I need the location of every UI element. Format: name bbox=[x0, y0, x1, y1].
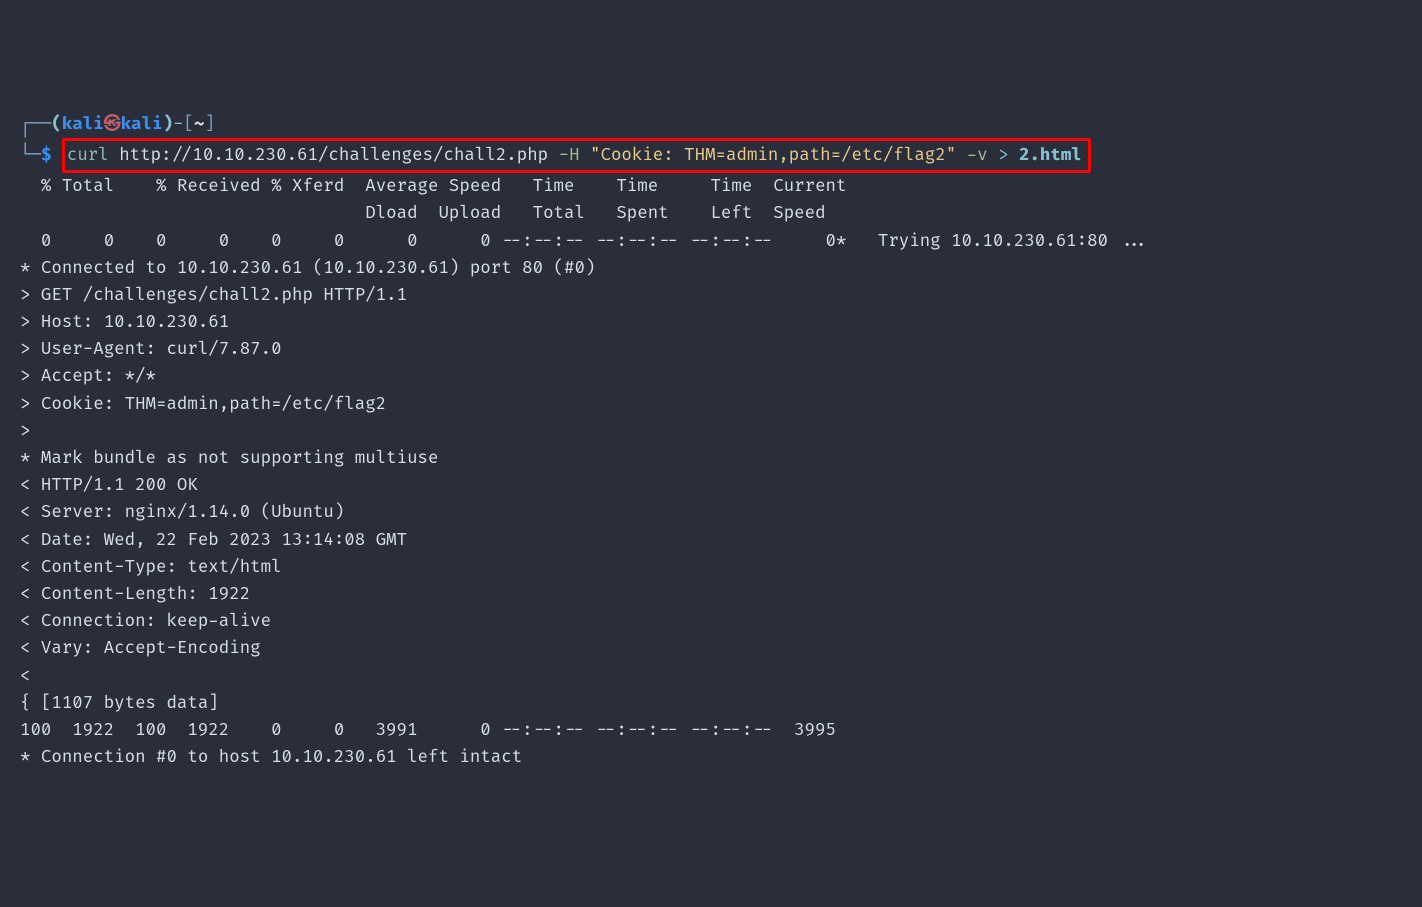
output-line: > Host: 10.10.230.61 bbox=[20, 312, 229, 333]
cmd-flag-v: -v bbox=[967, 145, 988, 166]
prompt-cwd: ~ bbox=[194, 114, 204, 135]
output-line: < HTTP/1.1 200 OK bbox=[20, 475, 198, 496]
terminal-output: ┌──(kali㉿kali)-[~] └─$ curl http://10.10… bbox=[0, 109, 1422, 772]
cmd-redirect: > bbox=[998, 145, 1008, 166]
prompt-open-paren: ( bbox=[51, 114, 61, 135]
prompt-open-bracket: [ bbox=[184, 114, 194, 135]
output-line: < Vary: Accept-Encoding bbox=[20, 638, 261, 659]
output-line: > Accept: */* bbox=[20, 366, 156, 387]
output-line: > bbox=[20, 421, 30, 442]
cmd-url: http://10.10.230.61/challenges/chall2.ph… bbox=[119, 145, 548, 166]
prompt-corner-top: ┌── bbox=[20, 114, 51, 135]
prompt-line-top: ┌──(kali㉿kali)-[~] bbox=[20, 114, 215, 135]
highlighted-command[interactable]: curl http://10.10.230.61/challenges/chal… bbox=[62, 138, 1091, 173]
output-line: < Date: Wed, 22 Feb 2023 13:14:08 GMT bbox=[20, 530, 407, 551]
output-line: < bbox=[20, 666, 30, 687]
output-line: % Total % Received % Xferd Average Speed… bbox=[20, 176, 846, 197]
prompt-host: kali bbox=[121, 114, 163, 135]
prompt-at: ㉿ bbox=[104, 114, 121, 135]
prompt-corner-bottom: └─ bbox=[20, 145, 41, 166]
output-line: < Content-Type: text/html bbox=[20, 557, 282, 578]
prompt-user: kali bbox=[62, 114, 104, 135]
cmd-cookie-string: "Cookie: THM=admin,path=/etc/flag2" bbox=[590, 145, 956, 166]
output-line: > GET /challenges/chall2.php HTTP/1.1 bbox=[20, 285, 407, 306]
prompt-close-bracket: ] bbox=[204, 114, 214, 135]
output-line: 100 1922 100 1922 0 0 3991 0 --:--:-- --… bbox=[20, 720, 836, 741]
prompt-dollar: $ bbox=[41, 145, 51, 166]
output-line: > User-Agent: curl/7.87.0 bbox=[20, 339, 282, 360]
output-line: > Cookie: THM=admin,path=/etc/flag2 bbox=[20, 394, 386, 415]
prompt-dash: - bbox=[173, 114, 183, 135]
cmd-curl: curl bbox=[67, 145, 109, 166]
output-line: { [1107 bytes data] bbox=[20, 693, 219, 714]
output-line: < Server: nginx/1.14.0 (Ubuntu) bbox=[20, 502, 344, 523]
prompt-close-paren: ) bbox=[163, 114, 173, 135]
cmd-outfile: 2.html bbox=[1019, 145, 1082, 166]
cmd-flag-h: -H bbox=[559, 145, 580, 166]
output-line: < Connection: keep-alive bbox=[20, 611, 271, 632]
output-line: < Content-Length: 1922 bbox=[20, 584, 250, 605]
output-line: Dload Upload Total Spent Left Speed bbox=[20, 203, 826, 224]
output-line: 0 0 0 0 0 0 0 0 --:--:-- --:--:-- --:--:… bbox=[20, 231, 1150, 252]
output-line: * Mark bundle as not supporting multiuse bbox=[20, 448, 438, 469]
output-line: * Connected to 10.10.230.61 (10.10.230.6… bbox=[20, 258, 595, 279]
output-line: * Connection #0 to host 10.10.230.61 lef… bbox=[20, 747, 522, 768]
